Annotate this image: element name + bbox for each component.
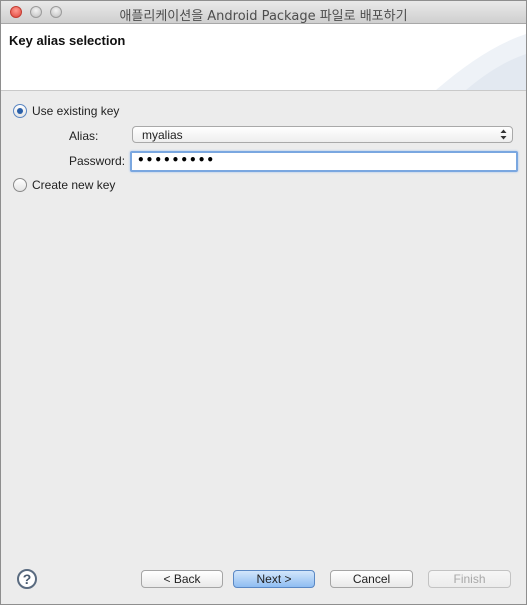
use-existing-key-radio[interactable] [13,104,27,118]
create-new-key-option[interactable]: Create new key [13,176,115,194]
password-value: ••••••••• [137,153,216,167]
dialog-window: 애플리케이션을 Android Package 파일로 배포하기 Key ali… [0,0,527,605]
title-bar: 애플리케이션을 Android Package 파일로 배포하기 [1,1,526,24]
password-label: Password: [69,154,126,168]
alias-select[interactable]: myalias [132,126,513,143]
header-banner-graphic [436,34,526,90]
use-existing-key-label: Use existing key [32,104,120,118]
wizard-content: Use existing key Alias: myalias Password… [1,91,526,551]
next-button[interactable]: Next > [233,570,315,588]
finish-button[interactable]: Finish [428,570,511,588]
up-down-arrows-icon [500,129,507,140]
page-title: Key alias selection [9,33,126,48]
use-existing-key-option[interactable]: Use existing key [13,102,119,120]
back-button[interactable]: < Back [141,570,223,588]
cancel-button[interactable]: Cancel [330,570,413,588]
create-new-key-radio[interactable] [13,178,27,192]
alias-label: Alias: [69,129,99,143]
help-icon[interactable]: ? [17,569,37,589]
password-field[interactable]: ••••••••• [130,151,518,172]
alias-select-value: myalias [142,128,183,142]
create-new-key-label: Create new key [32,178,116,192]
wizard-header: Key alias selection [1,24,526,91]
window-title: 애플리케이션을 Android Package 파일로 배포하기 [119,9,408,24]
button-bar: ? < Back Next > Cancel Finish [1,561,526,601]
